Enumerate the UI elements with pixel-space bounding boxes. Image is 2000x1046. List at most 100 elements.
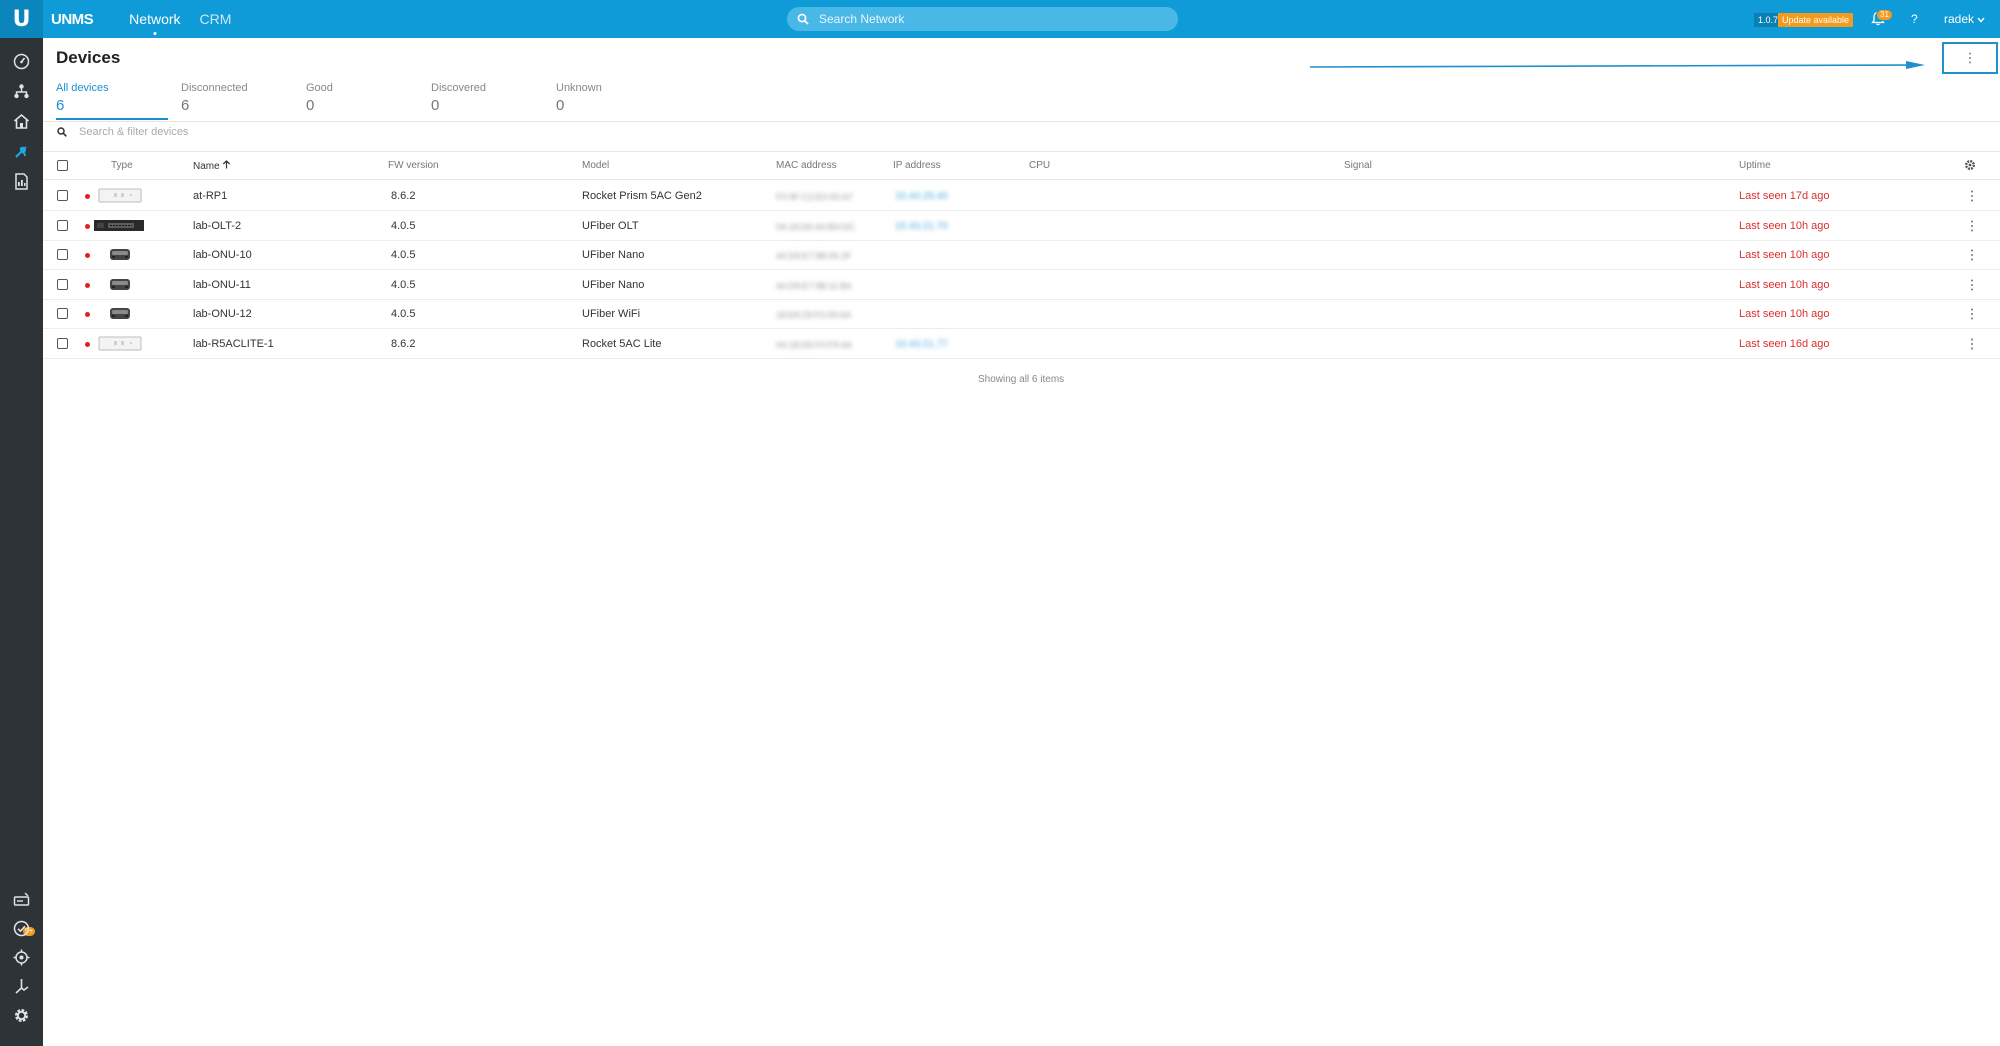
tab-count: 0 [431, 97, 440, 114]
tab-discovered[interactable]: Discovered 0 [431, 82, 551, 114]
fw-version: 4.0.5 [391, 308, 416, 321]
status-dot-offline [85, 282, 90, 288]
kebab-icon [1969, 52, 1971, 64]
tab-crm[interactable]: CRM [200, 11, 232, 27]
kebab-icon [1971, 308, 1973, 320]
column-uptime[interactable]: Uptime [1739, 160, 1771, 171]
device-filter[interactable] [57, 126, 479, 138]
gear-icon[interactable] [1964, 159, 1976, 171]
device-name[interactable]: lab-ONU-10 [193, 249, 252, 261]
row-checkbox[interactable] [57, 219, 68, 231]
status-dot-offline [85, 253, 90, 259]
rocket-device-image [98, 336, 142, 351]
table-row[interactable]: lab-ONU-11 4.0.5 UFiber Nano 44:D9:E7:88… [43, 270, 2000, 300]
left-sidebar: 9+ [0, 38, 43, 1046]
column-name[interactable]: Name [193, 160, 231, 172]
uptime-status: Last seen 10h ago [1739, 278, 1830, 291]
table-row[interactable]: lab-ONU-10 4.0.5 UFiber Nano 44:D9:E7:88… [43, 240, 2000, 271]
user-name: radek [1944, 12, 1975, 26]
onu-device-image [110, 249, 130, 261]
table-row[interactable]: lab-ONU-12 4.0.5 UFiber WiFi 18:E8:29:F0… [43, 299, 2000, 330]
ip-address-link[interactable]: 10.43.21.70 [895, 221, 948, 232]
onu-device-image [110, 278, 130, 290]
device-image [98, 336, 142, 351]
row-menu-button[interactable] [1970, 278, 1974, 296]
reports-icon[interactable] [12, 172, 31, 191]
device-name[interactable]: lab-ONU-12 [193, 308, 252, 320]
status-dot-offline [85, 194, 90, 199]
update-available-button[interactable]: Update available [1778, 13, 1854, 27]
search-input[interactable] [819, 12, 1139, 26]
device-name[interactable]: at-RP1 [193, 190, 227, 202]
page-title: Devices [56, 48, 121, 67]
sort-arrow-up-icon [223, 160, 231, 169]
row-checkbox[interactable] [57, 190, 68, 201]
help-button[interactable]: ? [1911, 12, 1918, 26]
row-menu-button[interactable] [1970, 189, 1974, 207]
column-signal[interactable]: Signal [1344, 160, 1372, 171]
device-image [109, 306, 131, 321]
ip-address-link[interactable]: 10.44.29.40 [895, 191, 948, 202]
row-checkbox[interactable] [57, 308, 68, 320]
divider [43, 121, 2000, 122]
row-checkbox[interactable] [57, 278, 68, 290]
tab-unknown[interactable]: Unknown 0 [556, 82, 676, 114]
row-menu-button[interactable] [1970, 337, 1974, 355]
row-menu-button[interactable] [1970, 307, 1974, 325]
status-dot-offline [85, 342, 90, 347]
dashboard-icon[interactable] [12, 52, 31, 71]
page-more-menu-button[interactable] [1942, 42, 1998, 74]
tab-all-devices[interactable]: All devices 6 [56, 82, 176, 114]
table-row[interactable]: lab-OLT-2 4.0.5 UFiber OLT 04:18:D6:A0:B… [43, 211, 2000, 241]
active-tab-indicator [56, 118, 168, 120]
device-model: UFiber OLT [582, 219, 639, 232]
search-icon [57, 127, 67, 137]
gear-icon[interactable] [12, 1006, 31, 1025]
row-checkbox[interactable] [57, 249, 68, 261]
select-all-checkbox[interactable] [57, 160, 68, 171]
logs-icon[interactable] [12, 977, 31, 996]
device-image [109, 277, 131, 292]
column-type[interactable]: Type [111, 160, 133, 171]
topology-icon[interactable] [12, 82, 31, 101]
tab-network[interactable]: Network [129, 11, 180, 27]
device-name[interactable]: lab-OLT-2 [193, 220, 241, 232]
column-model[interactable]: Model [582, 160, 609, 171]
table-header: Type Name FW version Model MAC address I… [43, 152, 2000, 180]
sites-icon[interactable] [12, 112, 31, 131]
uptime-status: Last seen 17d ago [1739, 190, 1830, 202]
tab-label: Good [306, 82, 333, 94]
outages-icon[interactable] [12, 890, 31, 909]
uptime-status: Last seen 16d ago [1739, 338, 1830, 350]
rocket-device-image [98, 188, 142, 203]
filter-input[interactable] [79, 126, 479, 138]
tab-count: 0 [556, 97, 565, 114]
ubiquiti-logo[interactable]: U [0, 0, 43, 38]
tasks-icon[interactable] [12, 919, 31, 938]
kebab-icon [1971, 190, 1973, 202]
row-menu-button[interactable] [1970, 219, 1974, 237]
user-menu[interactable]: radek [1944, 12, 1985, 26]
tab-disconnected[interactable]: Disconnected 6 [181, 82, 301, 114]
device-name[interactable]: lab-R5ACLITE-1 [193, 338, 274, 350]
status-dot-offline [85, 312, 90, 318]
column-cpu[interactable]: CPU [1029, 160, 1050, 171]
uptime-status: Last seen 10h ago [1739, 308, 1830, 321]
discovery-icon[interactable] [12, 948, 31, 967]
ip-address-link[interactable]: 10.43.21.77 [895, 339, 948, 350]
tab-good[interactable]: Good 0 [306, 82, 426, 114]
mac-address: 18:E8:29:F0:00:6A [776, 310, 852, 321]
row-menu-button[interactable] [1970, 248, 1974, 266]
column-mac-address[interactable]: MAC address [776, 160, 837, 171]
row-checkbox[interactable] [57, 338, 68, 349]
mac-address: 44:D9:E7:88:11:B4 [776, 280, 852, 291]
devices-icon[interactable] [12, 142, 31, 161]
table-row[interactable]: lab-R5ACLITE-1 8.6.2 Rocket 5AC Lite 04:… [43, 329, 2000, 359]
table-row[interactable]: at-RP1 8.6.2 Rocket Prism 5AC Gen2 F0:9F… [43, 181, 2000, 211]
column-fw-version[interactable]: FW version [388, 160, 439, 171]
column-ip-address[interactable]: IP address [893, 160, 941, 171]
tab-label: Discovered [431, 82, 487, 94]
device-name[interactable]: lab-ONU-11 [193, 279, 251, 291]
brand-name[interactable]: UNMS [51, 11, 94, 28]
global-search[interactable] [787, 7, 1178, 31]
